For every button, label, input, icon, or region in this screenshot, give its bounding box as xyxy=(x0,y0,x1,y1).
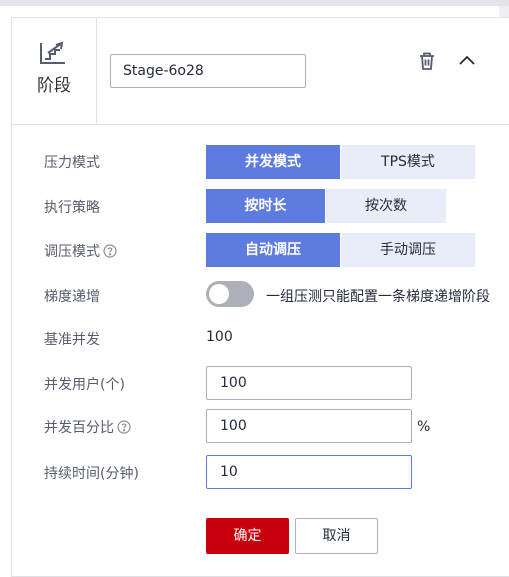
stage-card: 阶段 压力模式 并发模式 TPS模式 执行策略 按时长 按次数 调压模式 自动调… xyxy=(11,17,509,577)
ramp-mode-label: 调压模式 xyxy=(44,244,100,260)
concurrent-percent-label: 并发百分比 xyxy=(44,420,114,436)
pressure-mode-tps[interactable]: TPS模式 xyxy=(341,145,475,179)
pressure-mode-label: 压力模式 xyxy=(44,155,100,171)
ramp-mode-label-wrap: 调压模式 xyxy=(44,241,117,262)
exec-strategy-count[interactable]: 按次数 xyxy=(326,189,446,223)
chart-steps-icon xyxy=(39,41,67,69)
confirm-button[interactable]: 确定 xyxy=(206,518,289,554)
pressure-mode-concurrent[interactable]: 并发模式 xyxy=(206,145,340,179)
stage-label: 阶段 xyxy=(37,76,71,96)
concurrent-percent-input[interactable] xyxy=(206,409,412,443)
trash-icon[interactable] xyxy=(418,51,436,75)
exec-strategy-duration[interactable]: 按时长 xyxy=(206,189,325,223)
baseline-label: 基准并发 xyxy=(44,332,100,348)
concurrent-percent-label-wrap: 并发百分比 xyxy=(44,417,131,438)
gradient-label: 梯度递增 xyxy=(44,289,100,305)
concurrent-users-input[interactable] xyxy=(206,366,412,400)
chevron-up-icon[interactable] xyxy=(458,52,476,71)
stage-header: 阶段 xyxy=(12,18,509,125)
gradient-toggle[interactable] xyxy=(206,281,254,307)
ramp-mode-manual[interactable]: 手动调压 xyxy=(341,233,475,267)
toggle-knob xyxy=(209,284,229,304)
stage-cell: 阶段 xyxy=(12,18,97,124)
duration-label: 持续时间(分钟) xyxy=(44,466,139,482)
concurrent-users-label: 并发用户(个) xyxy=(44,377,125,393)
duration-input[interactable] xyxy=(206,455,412,489)
percent-unit: % xyxy=(417,419,431,435)
help-circle-icon[interactable] xyxy=(117,420,131,438)
gradient-hint: 一组压测只能配置一条梯度递增阶段 xyxy=(266,289,490,305)
ramp-mode-auto[interactable]: 自动调压 xyxy=(206,233,340,267)
baseline-value: 100 xyxy=(206,329,233,345)
help-circle-icon[interactable] xyxy=(103,244,117,262)
stage-name-input[interactable] xyxy=(110,54,306,88)
exec-strategy-label: 执行策略 xyxy=(44,200,100,216)
top-bar xyxy=(0,0,509,6)
cancel-button[interactable]: 取消 xyxy=(295,518,378,554)
